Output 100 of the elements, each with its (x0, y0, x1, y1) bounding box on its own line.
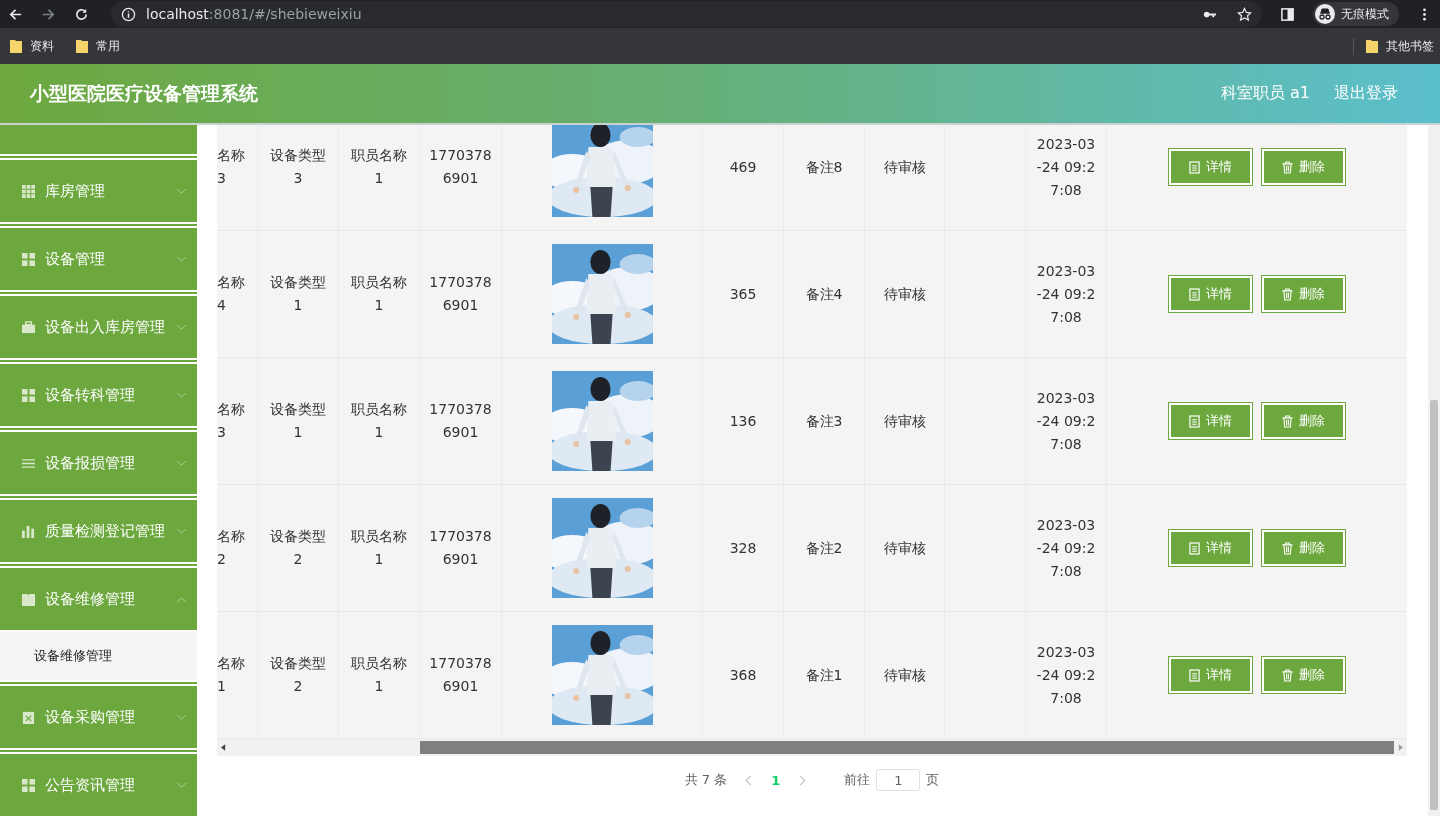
horizontal-scrollbar[interactable] (217, 739, 1407, 756)
scrollbar-thumb[interactable] (1430, 400, 1438, 810)
table-cell: 待审核 (865, 485, 945, 611)
table-cell: 设备类型 2 (258, 612, 339, 738)
table-cell: 备注8 (784, 125, 865, 230)
bar-chart-icon (22, 524, 35, 538)
chevron-icon (176, 187, 187, 195)
details-button[interactable]: 详情 (1169, 403, 1252, 439)
incognito-icon (1315, 4, 1335, 24)
sidebar-item[interactable]: 库房管理 (0, 156, 197, 222)
scroll-left-icon[interactable] (221, 744, 226, 751)
table-cell: 备注3 (784, 358, 865, 484)
sidebar-item[interactable]: 设备转科管理 (0, 360, 197, 426)
grid-icon (22, 778, 35, 792)
trash-icon (1282, 541, 1293, 555)
submenu-item[interactable]: 设备维修管理 (0, 632, 197, 680)
folder-icon (10, 39, 22, 53)
sidebar-item[interactable]: 设备维修管理 (0, 564, 197, 630)
table-cell: 职员名称 1 (339, 485, 420, 611)
document-icon (1189, 414, 1200, 428)
details-button[interactable]: 详情 (1169, 657, 1252, 693)
table-cell: 待审核 (865, 125, 945, 230)
page-input[interactable]: 1 (876, 769, 921, 791)
reload-icon[interactable] (74, 6, 89, 22)
sidebar-item[interactable]: 设备报损管理 (0, 428, 197, 494)
total-count: 共 7 条 (684, 771, 728, 789)
chevron-icon (176, 713, 187, 721)
table-cell: 365 (703, 231, 784, 357)
document-icon (1189, 541, 1200, 555)
trash-icon (1282, 160, 1293, 174)
table-cell: 职员名称 1 (339, 125, 420, 230)
document-icon (1189, 287, 1200, 301)
logout-link[interactable]: 退出登录 (1334, 83, 1398, 104)
folder-icon (76, 39, 88, 53)
table-cell: 2023-03 -24 09:2 7:08 (1026, 125, 1107, 230)
side-panel-icon[interactable] (1280, 6, 1295, 22)
briefcase-icon (22, 320, 35, 334)
table-cell: 328 (703, 485, 784, 611)
chevron-icon (176, 527, 187, 535)
trash-icon (1282, 414, 1293, 428)
table-cell: 2023-03 -24 09:2 7:08 (1026, 485, 1107, 611)
chevron-icon (176, 459, 187, 467)
grid-icon (22, 184, 35, 198)
scrollbar-thumb[interactable] (420, 741, 1394, 754)
table-cell: 待审核 (865, 612, 945, 738)
delete-button[interactable]: 删除 (1262, 149, 1345, 185)
delete-button[interactable]: 删除 (1262, 276, 1345, 312)
chevron-icon (176, 595, 187, 603)
bookmark[interactable]: 其他书签 (1353, 37, 1434, 55)
sidebar-item[interactable]: 设备出入库房管理 (0, 292, 197, 358)
address-bar[interactable]: localhost:8081/#/shebieweixiu (111, 1, 1262, 27)
chevron-icon (176, 255, 187, 263)
table-cell: 136 (703, 358, 784, 484)
table-cell: 备注2 (784, 485, 865, 611)
user-label: 科室职员 a1 (1220, 83, 1310, 104)
details-button[interactable]: 详情 (1169, 530, 1252, 566)
delete-button[interactable]: 删除 (1262, 530, 1345, 566)
chevron-icon (176, 781, 187, 789)
document-icon (1189, 668, 1200, 682)
sidebar-item[interactable]: 质量检测登记管理 (0, 496, 197, 562)
trash-icon (1282, 287, 1293, 301)
sliders-icon (22, 456, 35, 470)
sidebar-item[interactable]: 设备管理 (0, 224, 197, 290)
table-cell: 368 (703, 612, 784, 738)
table-cell: 名称 2 (217, 485, 258, 611)
trash-icon (1282, 668, 1293, 682)
sidebar-item[interactable]: 公告资讯管理 (0, 750, 197, 816)
grid-icon (22, 388, 35, 402)
table-cell: 待审核 (865, 358, 945, 484)
table-cell: 设备类型 1 (258, 231, 339, 357)
details-button[interactable]: 详情 (1169, 149, 1252, 185)
page-number[interactable]: 1 (771, 772, 781, 788)
sidebar-item[interactable]: 设备采购管理 (0, 682, 197, 748)
table-cell: 设备类型 3 (258, 125, 339, 230)
goto-label: 前往 (844, 771, 871, 789)
grid-icon (22, 252, 35, 266)
table-cell: 2023-03 -24 09:2 7:08 (1026, 612, 1107, 738)
url-text: localhost:8081/#/shebieweixiu (146, 6, 363, 22)
folder-icon (1366, 39, 1378, 53)
table-cell: 设备类型 2 (258, 485, 339, 611)
page-unit: 页 (926, 771, 940, 789)
info-icon (121, 6, 136, 22)
delete-button[interactable]: 删除 (1262, 657, 1345, 693)
star-icon[interactable] (1237, 6, 1252, 22)
vertical-scrollbar[interactable] (1428, 125, 1440, 816)
table-cell: 备注4 (784, 231, 865, 357)
table-cell: 469 (703, 125, 784, 230)
table-cell: 2023-03 -24 09:2 7:08 (1026, 231, 1107, 357)
table-cell: 1770378 6901 (420, 358, 502, 484)
book-icon (22, 592, 35, 606)
details-button[interactable]: 详情 (1169, 276, 1252, 312)
table-cell: 1770378 6901 (420, 485, 502, 611)
scroll-right-icon[interactable] (1398, 744, 1403, 751)
bookmark[interactable]: 常用 (76, 37, 120, 55)
bookmark[interactable]: 资料 (10, 37, 54, 55)
profile-button[interactable]: 无痕模式 (1313, 2, 1399, 26)
delete-button[interactable]: 删除 (1262, 403, 1345, 439)
table-cell: 职员名称 1 (339, 612, 420, 738)
table-cell: 名称 1 (217, 612, 258, 738)
table-cell: 职员名称 1 (339, 231, 420, 357)
